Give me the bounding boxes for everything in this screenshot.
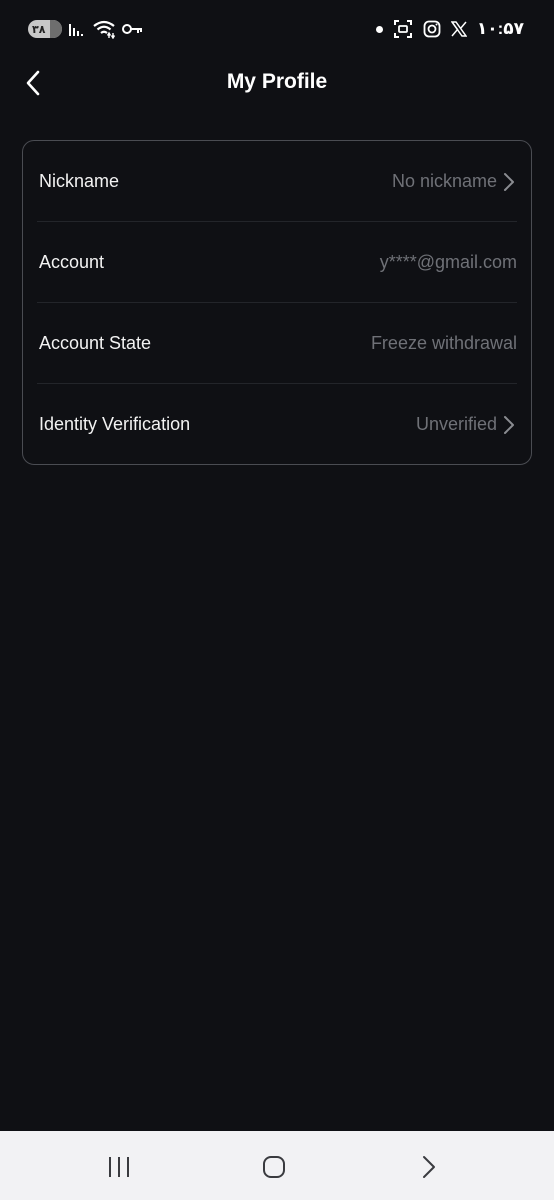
- signal-icon: [69, 24, 83, 36]
- home-button[interactable]: [254, 1151, 294, 1183]
- nickname-row[interactable]: Nickname No nickname: [39, 141, 517, 222]
- status-bar-right: ۱۰:۵۷: [375, 16, 524, 42]
- account-value-group: y****@gmail.com: [380, 252, 517, 273]
- nickname-label: Nickname: [39, 171, 120, 191]
- status-bar: ۳۸ ۱۰:۵۷: [0, 0, 554, 58]
- wifi-icon: [93, 20, 116, 39]
- account-label: Account: [39, 252, 105, 272]
- status-bar-left: ۳۸: [28, 18, 144, 40]
- screen: ۳۸ ۱۰:۵۷ My Profile Nickname No nickname…: [0, 0, 554, 1200]
- header: My Profile: [0, 58, 554, 108]
- identity-verification-row[interactable]: Identity Verification Unverified: [39, 384, 517, 465]
- back-icon: [423, 1156, 435, 1178]
- chevron-right-icon: [501, 171, 517, 193]
- identity-verification-value-group: Unverified: [416, 414, 517, 436]
- chevron-right-icon: [501, 414, 517, 436]
- nickname-value: No nickname: [391, 171, 497, 191]
- notification-dot-icon: [375, 25, 383, 33]
- page-title: My Profile: [226, 70, 328, 93]
- identity-verification-label: Identity Verification: [39, 414, 191, 434]
- account-row: Account y****@gmail.com: [39, 222, 517, 303]
- navigation-bar: [0, 1131, 554, 1200]
- recent-apps-icon: [109, 1157, 129, 1177]
- identity-verification-value: Unverified: [415, 414, 497, 434]
- account-state-value-group: Freeze withdrawal: [371, 333, 517, 354]
- nav-back-button[interactable]: [409, 1151, 449, 1183]
- account-state-label: Account State: [39, 333, 152, 353]
- battery-level: ۳۸: [32, 23, 46, 36]
- x-icon: [450, 21, 467, 37]
- vpn-key-icon: [122, 24, 142, 34]
- battery-icon: ۳۸: [28, 20, 62, 38]
- home-icon: [263, 1156, 285, 1178]
- nickname-value-group: No nickname: [392, 171, 517, 193]
- instagram-icon: [423, 20, 441, 38]
- account-state-value: Freeze withdrawal: [370, 333, 517, 353]
- recent-apps-button[interactable]: [99, 1151, 139, 1183]
- status-time: ۱۰:۵۷: [476, 19, 524, 38]
- account-state-row: Account State Freeze withdrawal: [39, 303, 517, 384]
- screenshot-icon: [393, 20, 412, 38]
- account-value: y****@gmail.com: [379, 252, 517, 272]
- profile-card: Nickname No nickname Account y****@gmail…: [22, 140, 532, 465]
